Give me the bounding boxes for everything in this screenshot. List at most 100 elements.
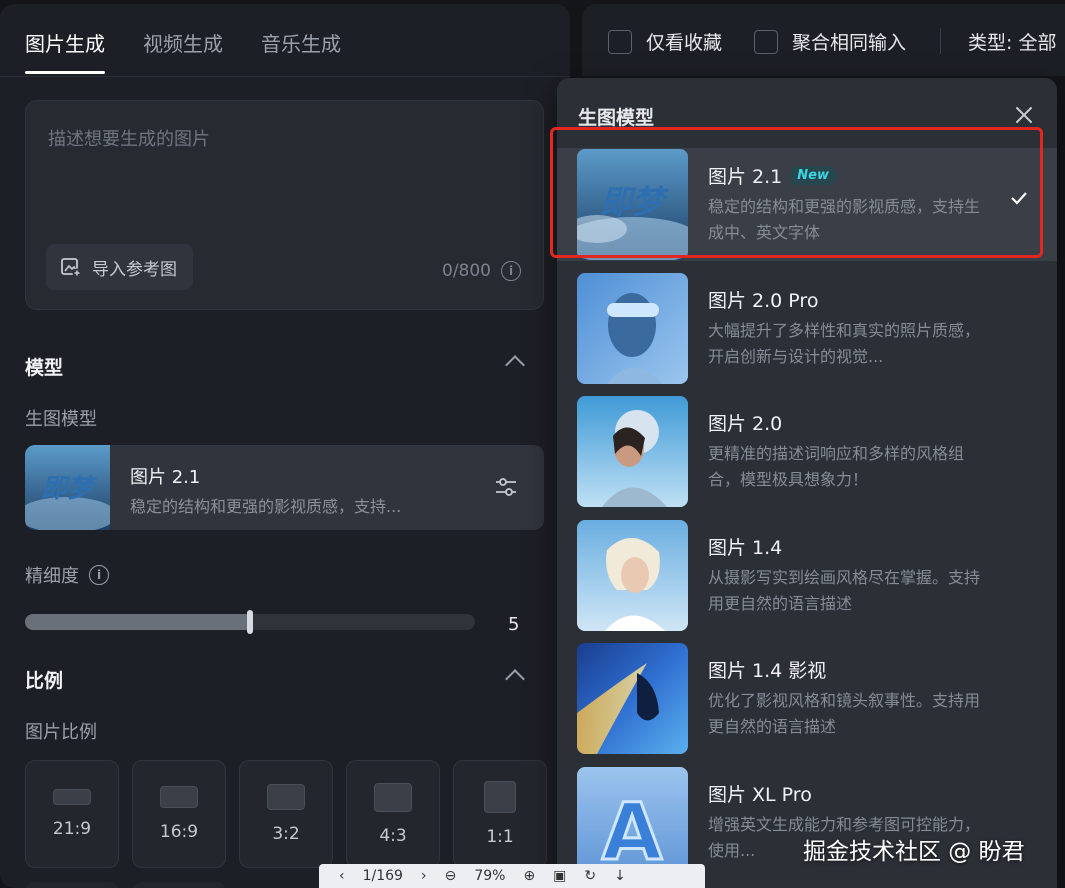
import-reference-button[interactable]: 导入参考图 xyxy=(46,244,193,290)
merge-inputs-label: 聚合相同输入 xyxy=(792,32,907,54)
model-option-desc: 优化了影视风格和镜头叙事性。支持用更自然的语言描述 xyxy=(708,691,981,736)
tab-music[interactable]: 音乐生成 xyxy=(261,28,341,74)
char-counter: 0/800 i xyxy=(442,261,521,281)
model-thumbnail: 即梦 xyxy=(577,149,688,260)
model-option-name: 图片 XL Pro xyxy=(708,780,812,807)
selected-model-card[interactable]: 即梦 图片 2.1 稳定的结构和更强的影视质感，支持... xyxy=(25,445,544,530)
model-option-name: 图片 1.4 xyxy=(708,533,782,560)
filter-divider xyxy=(940,28,941,54)
model-section-title: 模型 xyxy=(25,357,64,379)
model-option-name: 图片 2.0 xyxy=(708,409,782,436)
model-thumbnail xyxy=(577,643,688,754)
detail-slider-handle[interactable] xyxy=(247,610,253,634)
ratio-option-1-1[interactable]: 1:1 xyxy=(453,760,547,868)
model-option-name-text: 图片 2.0 Pro xyxy=(708,290,819,312)
detail-value: 5 xyxy=(508,614,520,635)
tabs-divider xyxy=(0,76,570,77)
ratio-label: 21:9 xyxy=(52,819,92,839)
detail-info-icon[interactable]: i xyxy=(89,565,109,585)
model-option-name: 图片 2.1 New xyxy=(708,162,836,189)
rotate-icon[interactable]: ↻ xyxy=(584,868,596,884)
ratio-options: 21:9 16:9 3:2 4:3 1:1 xyxy=(25,760,547,868)
ratio-option-partial[interactable] xyxy=(25,882,119,888)
ratio-label: 4:3 xyxy=(379,825,407,846)
model-option-name-text: 图片 2.0 xyxy=(708,413,783,435)
favorites-only-label: 仅看收藏 xyxy=(646,32,723,54)
ratio-option-partial[interactable] xyxy=(132,882,226,888)
type-filter[interactable]: 类型: 全部 xyxy=(968,28,1056,55)
collapse-ratio-chevron-icon[interactable] xyxy=(505,669,525,689)
ratio-shape-icon xyxy=(53,789,91,805)
watermark-text: 掘金技术社区 @ 盼君 xyxy=(803,839,1025,865)
svg-text:即梦: 即梦 xyxy=(41,474,98,504)
favorites-only-checkbox[interactable]: 仅看收藏 xyxy=(608,28,722,55)
fit-page-icon[interactable]: ▣ xyxy=(553,868,566,884)
model-option-image-1-4[interactable]: 图片 1.4 从摄影写实到绘画风格尽在掌握。支持用更自然的语言描述 xyxy=(557,519,1057,632)
char-counter-text: 0/800 xyxy=(442,261,491,281)
model-option-name-text: 图片 XL Pro xyxy=(708,784,812,806)
checkbox-box[interactable] xyxy=(608,29,632,54)
viewer-toolbar: ‹ 1/169 › ⊖ 79% ⊕ ▣ ↻ ↓ xyxy=(319,864,705,888)
checkbox-box[interactable] xyxy=(754,29,778,54)
ratio-label: 3:2 xyxy=(272,824,300,844)
model-option-image-1-4-film[interactable]: 图片 1.4 影视 优化了影视风格和镜头叙事性。支持用更自然的语言描述 xyxy=(557,642,1057,755)
ratio-option-4-3[interactable]: 4:3 xyxy=(346,760,440,868)
ratio-shape-icon xyxy=(160,786,198,808)
model-option-image-2-0-pro[interactable]: 图片 2.0 Pro 大幅提升了多样性和真实的照片质感，开启创新与设计的视觉..… xyxy=(557,272,1057,385)
image-add-icon xyxy=(61,258,82,278)
detail-slider[interactable] xyxy=(25,610,475,634)
prompt-input[interactable]: 描述想要生成的图片 导入参考图 0/800 i xyxy=(25,100,544,310)
model-option-name-text: 图片 1.4 影视 xyxy=(708,660,827,682)
settings-sliders-icon[interactable] xyxy=(494,475,518,499)
prev-page-icon[interactable]: ‹ xyxy=(339,868,345,884)
model-sub-label: 生图模型 xyxy=(25,409,97,430)
model-dropdown: 生图模型 即梦 图片 2.1 New 稳定的结构和更强的影视质感，支持生成中、英… xyxy=(557,78,1057,888)
new-badge: New xyxy=(790,166,836,185)
ratio-label: 1:1 xyxy=(486,827,514,847)
detail-label-row: 精细度 i xyxy=(25,562,109,588)
ratio-option-3-2[interactable]: 3:2 xyxy=(239,760,333,868)
type-filter-label: 类型: 全部 xyxy=(968,32,1057,54)
selected-model-desc: 稳定的结构和更强的影视质感，支持... xyxy=(130,497,402,516)
check-icon xyxy=(1011,192,1027,205)
svg-text:即梦: 即梦 xyxy=(600,183,669,221)
model-option-desc: 大幅提升了多样性和真实的照片质感，开启创新与设计的视觉... xyxy=(708,321,981,366)
prompt-placeholder: 描述想要生成的图片 xyxy=(48,129,210,150)
close-icon[interactable] xyxy=(1013,104,1035,126)
ratio-section-title: 比例 xyxy=(25,670,64,692)
merge-inputs-checkbox[interactable]: 聚合相同输入 xyxy=(754,28,906,55)
collapse-model-chevron-icon[interactable] xyxy=(505,355,525,375)
model-option-desc: 更精准的描述词响应和多样的风格组合，模型极具想象力！ xyxy=(708,444,965,489)
tab-image[interactable]: 图片生成 xyxy=(25,28,105,74)
download-icon[interactable]: ↓ xyxy=(614,868,626,884)
next-page-icon[interactable]: › xyxy=(421,868,427,884)
zoom-level: 79% xyxy=(474,868,506,884)
zoom-out-icon[interactable]: ⊖ xyxy=(445,868,457,884)
model-option-desc: 从摄影写实到绘画风格尽在掌握。支持用更自然的语言描述 xyxy=(708,568,981,613)
ratio-options-row2 xyxy=(25,882,226,888)
generation-panel: 图片生成 视频生成 音乐生成 描述想要生成的图片 导入参考图 0/800 i 模… xyxy=(0,4,570,888)
dropdown-title: 生图模型 xyxy=(578,107,655,129)
model-option-desc: 稳定的结构和更强的影视质感，支持生成中、英文字体 xyxy=(708,197,981,242)
model-thumbnail: 即梦 xyxy=(25,445,110,530)
detail-label: 精细度 xyxy=(25,566,79,587)
selected-model-name: 图片 2.1 xyxy=(130,467,201,488)
ratio-label: 16:9 xyxy=(159,822,199,842)
model-thumbnail: A xyxy=(577,767,688,878)
info-icon[interactable]: i xyxy=(501,261,521,281)
detail-slider-fill xyxy=(25,614,250,630)
model-option-image-2-0[interactable]: 图片 2.0 更精准的描述词响应和多样的风格组合，模型极具想象力！ xyxy=(557,395,1057,508)
results-filter-bar: 仅看收藏 聚合相同输入 类型: 全部 xyxy=(582,4,1065,76)
model-option-name-text: 图片 1.4 xyxy=(708,537,783,559)
zoom-in-icon[interactable]: ⊕ xyxy=(523,868,535,884)
model-option-image-2-1[interactable]: 即梦 图片 2.1 New 稳定的结构和更强的影视质感，支持生成中、英文字体 xyxy=(557,148,1057,261)
ratio-option-21-9[interactable]: 21:9 xyxy=(25,760,119,868)
generation-tabs: 图片生成 视频生成 音乐生成 xyxy=(25,28,341,74)
model-thumbnail xyxy=(577,396,688,507)
ratio-option-16-9[interactable]: 16:9 xyxy=(132,760,226,868)
ratio-shape-icon xyxy=(484,781,516,813)
tab-video[interactable]: 视频生成 xyxy=(143,28,223,74)
model-thumbnail xyxy=(577,520,688,631)
page-indicator: 1/169 xyxy=(362,868,403,884)
model-thumbnail xyxy=(577,273,688,384)
